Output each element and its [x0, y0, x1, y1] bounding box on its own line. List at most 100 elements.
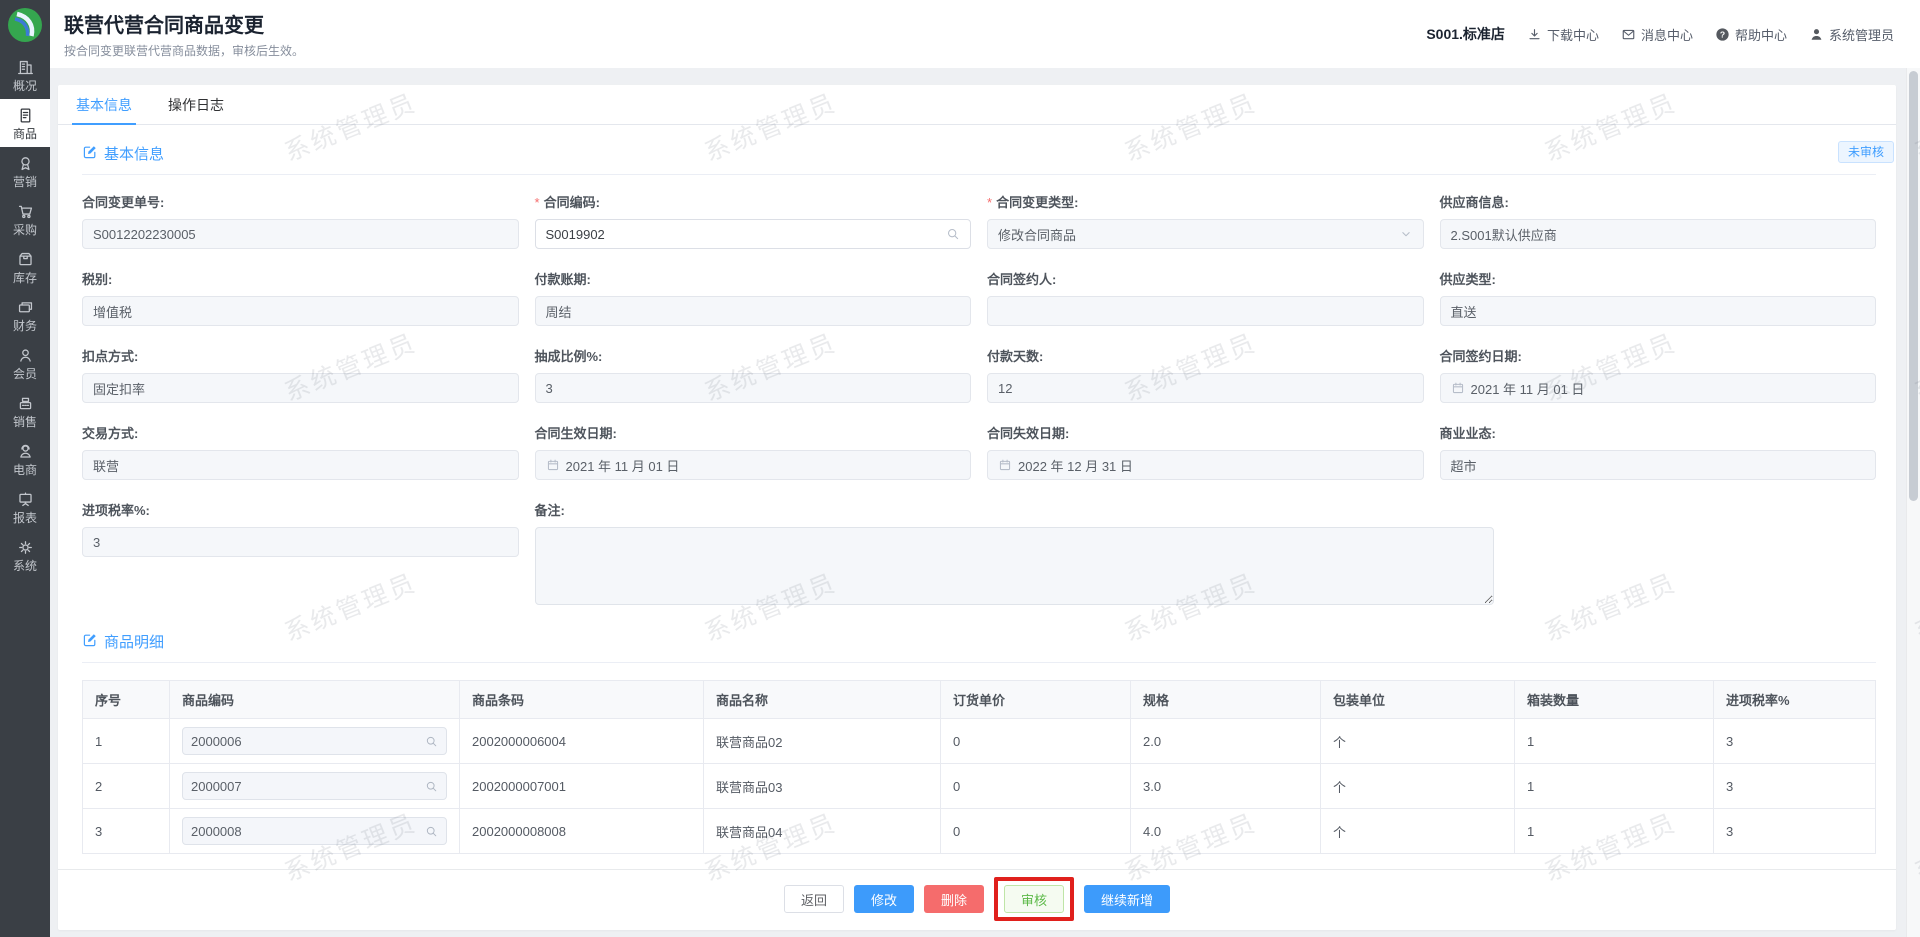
table-header-cell: 箱装数量: [1515, 681, 1714, 719]
tab-basic-info[interactable]: 基本信息: [72, 85, 136, 124]
table-body: 120000062002000006004联营商品0202.0个13220000…: [83, 719, 1876, 854]
table-header-cell: 商品编码: [170, 681, 460, 719]
payment_period-input: 周结: [535, 296, 972, 326]
sidebar-item-marketing[interactable]: 营销: [0, 147, 50, 195]
cell-name: 联营商品04: [704, 809, 941, 854]
table-header-cell: 序号: [83, 681, 170, 719]
trade_mode-field: 交易方式:联营: [82, 423, 519, 480]
cell-seq: 3: [83, 809, 170, 854]
edit-icon: [82, 144, 98, 160]
table-row: 120000062002000006004联营商品0202.0个13: [83, 719, 1876, 764]
cell-barcode: 2002000006004: [460, 719, 704, 764]
back-button[interactable]: 返回: [784, 885, 844, 913]
sidebar-item-goods[interactable]: 商品: [0, 99, 50, 147]
cell-price: 0: [941, 809, 1131, 854]
app-logo[interactable]: [7, 7, 43, 43]
edit-icon: [82, 144, 98, 164]
card-body: 未审核 基本信息 合同变更单号: S0012202230005 *合同编码: S001…: [58, 125, 1896, 869]
cell-price: 0: [941, 719, 1131, 764]
contract_signer-field: 合同签约人:: [987, 269, 1424, 326]
product-detail-table: 序号商品编码商品条码商品名称订货单价规格包装单位箱装数量进项税率% 120000…: [82, 680, 1876, 854]
cell-unit: 个: [1321, 719, 1515, 764]
sidebar-item-label: 财务: [13, 320, 37, 332]
field-label: 合同签约日期:: [1440, 346, 1877, 365]
sidebar-item-overview[interactable]: 概况: [0, 51, 50, 99]
modify-button[interactable]: 修改: [854, 885, 914, 913]
sidebar-item-ecommerce[interactable]: 电商: [0, 435, 50, 483]
table-header-cell: 规格: [1131, 681, 1321, 719]
cell-unit: 个: [1321, 809, 1515, 854]
section-detail-title-text: 商品明细: [104, 631, 164, 652]
search-icon[interactable]: [425, 780, 438, 793]
scrollbar[interactable]: [1906, 68, 1920, 937]
status-badge: 未审核: [1838, 141, 1894, 163]
field-label: 合同签约人:: [987, 269, 1424, 288]
topbar-link-user[interactable]: 系统管理员: [1809, 25, 1894, 44]
cell-spec: 4.0: [1131, 809, 1321, 854]
continue_add-button[interactable]: 继续新增: [1084, 885, 1170, 913]
deduction_method-input: 固定扣率: [82, 373, 519, 403]
section-basic-title-text: 基本信息: [104, 143, 164, 164]
section-basic-title: 基本信息: [82, 143, 1876, 164]
product-code-input[interactable]: 2000008: [182, 817, 447, 845]
edit-icon: [82, 632, 98, 648]
sidebar-item-inventory[interactable]: 库存: [0, 243, 50, 291]
sidebar-item-report[interactable]: 报表: [0, 483, 50, 531]
search-icon[interactable]: [425, 735, 438, 748]
deduction_method-field: 扣点方式:固定扣率: [82, 346, 519, 403]
calendar-icon: [1451, 381, 1465, 395]
message-icon: [1621, 27, 1636, 42]
field-label: *合同编码:: [535, 192, 972, 211]
contract_sign_date-input: 2021 年 11 月 01 日: [1440, 373, 1877, 403]
cell-box_qty: 1: [1515, 719, 1714, 764]
sidebar-item-system[interactable]: 系统: [0, 531, 50, 579]
sidebar-item-member[interactable]: 会员: [0, 339, 50, 387]
trade_mode-input: 联营: [82, 450, 519, 480]
section-basic-info: 基本信息 合同变更单号: S0012202230005 *合同编码: S0019902…: [82, 143, 1876, 605]
topbar-link-label: 系统管理员: [1829, 25, 1894, 44]
remark-input[interactable]: [535, 527, 1494, 605]
sidebar-item-label: 商品: [13, 128, 37, 140]
contract_code-input[interactable]: S0019902: [535, 219, 972, 249]
scrollbar-thumb[interactable]: [1909, 71, 1918, 501]
sidebar-item-sales[interactable]: 销售: [0, 387, 50, 435]
sidebar-item-label: 销售: [13, 416, 37, 428]
sidebar-item-label: 电商: [13, 464, 37, 476]
delete-button[interactable]: 删除: [924, 885, 984, 913]
table-header-cell: 商品名称: [704, 681, 941, 719]
topbar-link-help[interactable]: ?帮助中心: [1715, 25, 1787, 44]
product-code-input[interactable]: 2000007: [182, 772, 447, 800]
section-detail-title: 商品明细: [82, 631, 1876, 652]
store-selector[interactable]: S001.标准店: [1426, 24, 1505, 44]
effective_date-input: 2021 年 11 月 01 日: [535, 450, 972, 480]
input_tax_rate-field: 进项税率%:3: [82, 500, 519, 605]
contract_signer-input: [987, 296, 1424, 326]
field-label: 税别:: [82, 269, 519, 288]
edit-icon: [82, 632, 98, 652]
topbar-link-download[interactable]: 下载中心: [1527, 25, 1599, 44]
contract_change_no-input: S0012202230005: [82, 219, 519, 249]
search-icon[interactable]: [946, 227, 960, 241]
commission_rate-input: 3: [535, 373, 972, 403]
top-header: 联营代营合同商品变更 按合同变更联营代营商品数据，审核后生效。 S001.标准店…: [50, 0, 1920, 68]
commission_rate-field: 抽成比例%:3: [535, 346, 972, 403]
search-icon[interactable]: [425, 825, 438, 838]
sidebar-item-label: 采购: [13, 224, 37, 236]
payment_days-field: 付款天数:12: [987, 346, 1424, 403]
payment_days-input: 12: [987, 373, 1424, 403]
field-label: *合同变更类型:: [987, 192, 1424, 211]
sidebar-item-purchase[interactable]: 采购: [0, 195, 50, 243]
effective_date-field: 合同生效日期:2021 年 11 月 01 日: [535, 423, 972, 480]
topbar-link-message[interactable]: 消息中心: [1621, 25, 1693, 44]
input_tax_rate-input: 3: [82, 527, 519, 557]
tab-operation-log[interactable]: 操作日志: [164, 85, 228, 124]
audit-button[interactable]: 审核: [1004, 885, 1064, 913]
business_format-input: 超市: [1440, 450, 1877, 480]
cell-tax_rate: 3: [1714, 764, 1876, 809]
sidebar-item-finance[interactable]: 财务: [0, 291, 50, 339]
field-label: 供应类型:: [1440, 269, 1877, 288]
payment_period-field: 付款账期:周结: [535, 269, 972, 326]
tax_type-input: 增值税: [82, 296, 519, 326]
field-label: 合同变更单号:: [82, 192, 519, 211]
product-code-input[interactable]: 2000006: [182, 727, 447, 755]
